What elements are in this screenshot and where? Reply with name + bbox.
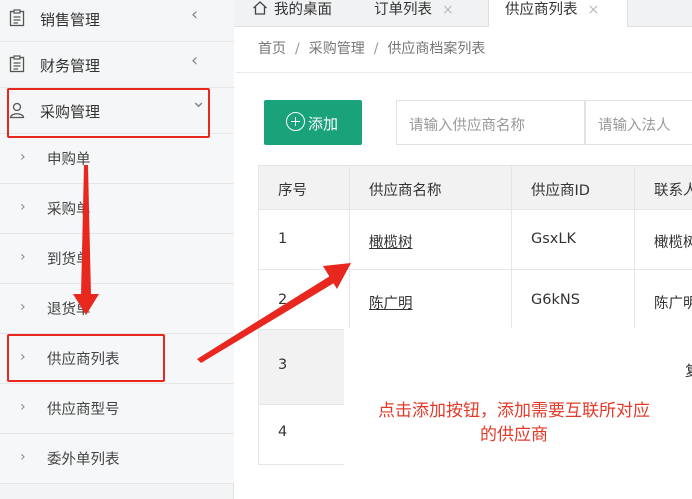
arrow-down-shaft <box>81 165 91 296</box>
arrow-down-head <box>73 294 99 315</box>
screenshot: 销售管理 ‹ 财务管理 ‹ 采购管理 ⌄ › 申购单 › 采购单 › 到货单 ›… <box>0 0 692 499</box>
annotation-arrows <box>73 165 351 363</box>
arrow-right-shaft <box>197 276 334 363</box>
